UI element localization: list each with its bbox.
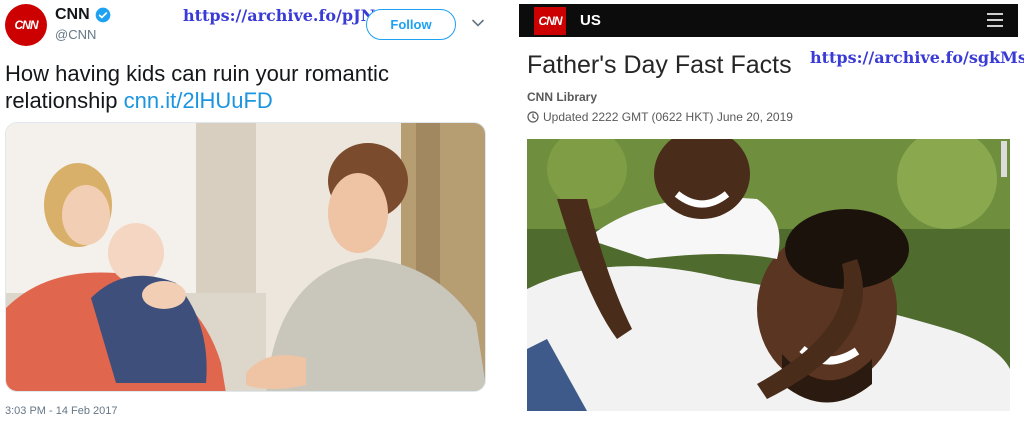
- tweet-photo[interactable]: [5, 122, 486, 392]
- updated-text: Updated 2222 GMT (0622 HKT) June 20, 201…: [543, 110, 793, 124]
- verified-badge-icon: [95, 7, 111, 23]
- tweet-text: How having kids can ruin your romantic r…: [5, 60, 485, 114]
- follow-button[interactable]: Follow: [366, 9, 456, 40]
- article-page: CNN US Father's Day Fast Facts https://a…: [519, 0, 1024, 421]
- archive-link-annotation: https://archive.fo/sgkMs: [810, 48, 1024, 67]
- cnn-top-bar: CNN US: [519, 4, 1018, 37]
- account-name-row[interactable]: CNN: [55, 6, 111, 24]
- tweet-link[interactable]: cnn.it/2lHUuFD: [124, 88, 273, 113]
- account-name[interactable]: CNN: [55, 6, 90, 24]
- menu-icon[interactable]: [987, 13, 1003, 27]
- account-handle[interactable]: @CNN: [55, 27, 96, 42]
- tweet-photo-illustration: [6, 123, 485, 391]
- tweet-card: CNN CNN @CNN https://archive.fo/pJNS5 Fo…: [0, 0, 500, 421]
- photo-credit-strip: [1001, 141, 1007, 177]
- cnn-avatar[interactable]: CNN: [5, 4, 47, 46]
- article-title: Father's Day Fast Facts: [527, 51, 792, 79]
- section-label[interactable]: US: [580, 12, 601, 29]
- cnn-logo[interactable]: CNN: [534, 7, 566, 35]
- article-byline[interactable]: CNN Library: [527, 90, 597, 104]
- chevron-down-icon[interactable]: [471, 16, 485, 30]
- tweet-timestamp[interactable]: 3:03 PM - 14 Feb 2017: [5, 405, 118, 417]
- article-updated: Updated 2222 GMT (0622 HKT) June 20, 201…: [527, 110, 793, 124]
- clock-icon: [527, 111, 539, 123]
- article-photo[interactable]: [527, 139, 1010, 411]
- article-photo-illustration: [527, 139, 1010, 411]
